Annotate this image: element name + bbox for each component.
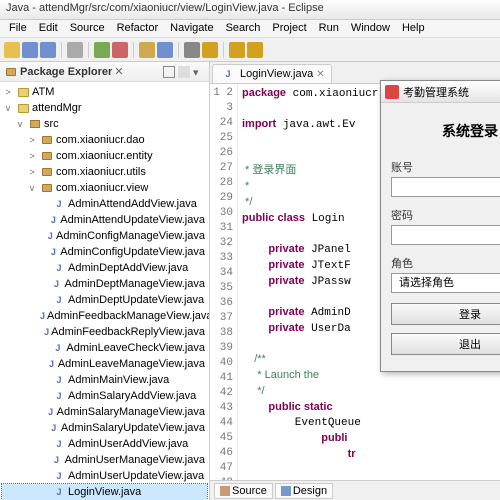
forward-icon[interactable] [247,42,263,58]
editor-tab[interactable]: J LoginView.java ✕ [212,64,332,83]
package-com-xiaoniucr-dao[interactable]: >com.xiaoniucr.dao [2,132,207,148]
view-menu-icon[interactable]: ▾ [193,66,205,78]
editor-tab-label: LoginView.java [240,68,313,80]
file-LoginView[interactable]: JLoginView.java [2,484,207,500]
file-AdminAttendAddView[interactable]: JAdminAttendAddView.java [2,196,207,212]
project-atm[interactable]: >ATM [2,84,207,100]
package-com-xiaoniucr-entity[interactable]: >com.xiaoniucr.entity [2,148,207,164]
back-icon[interactable] [229,42,245,58]
run-icon[interactable] [94,42,110,58]
file-AdminAttendUpdateView[interactable]: JAdminAttendUpdateView.java [2,212,207,228]
file-AdminSalaryUpdateView[interactable]: JAdminSalaryUpdateView.java [2,420,207,436]
file-AdminUserAddView[interactable]: JAdminUserAddView.java [2,436,207,452]
design-tab[interactable]: Design [275,483,333,499]
new-class-icon[interactable] [157,42,173,58]
save-all-icon[interactable] [40,42,56,58]
login-dialog: 考勤管理系统 系统登录 账号 密码 角色 请选择角色 登录 退出 [380,80,500,372]
package-explorer: Package Explorer ✕ ▾ >ATMvattendMgrvsrc>… [0,62,210,500]
menubar: File Edit Source Refactor Navigate Searc… [0,20,500,38]
close-icon[interactable]: ✕ [316,69,324,80]
account-input[interactable] [391,177,500,197]
new-package-icon[interactable] [139,42,155,58]
debug-icon[interactable] [67,42,83,58]
menu-navigate[interactable]: Navigate [165,21,218,36]
file-AdminMainView[interactable]: JAdminMainView.java [2,372,207,388]
password-label: 密码 [391,207,500,223]
account-label: 账号 [391,159,500,175]
menu-run[interactable]: Run [314,21,344,36]
source-tab[interactable]: Source [214,483,273,499]
file-AdminSalaryAddView[interactable]: JAdminSalaryAddView.java [2,388,207,404]
java-icon: J [221,67,235,81]
menu-project[interactable]: Project [267,21,311,36]
design-icon [281,486,291,496]
menu-window[interactable]: Window [346,21,395,36]
search-icon[interactable] [202,42,218,58]
file-AdminConfigManageView[interactable]: JAdminConfigManageView.java [2,228,207,244]
menu-source[interactable]: Source [65,21,110,36]
file-AdminLeaveCheckView[interactable]: JAdminLeaveCheckView.java [2,340,207,356]
save-icon[interactable] [22,42,38,58]
package-com-xiaoniucr-view[interactable]: vcom.xiaoniucr.view [2,180,207,196]
package-com-xiaoniucr-utils[interactable]: >com.xiaoniucr.utils [2,164,207,180]
menu-edit[interactable]: Edit [34,21,63,36]
app-icon [385,85,399,99]
file-AdminConfigUpdateView[interactable]: JAdminConfigUpdateView.java [2,244,207,260]
menu-refactor[interactable]: Refactor [112,21,164,36]
collapse-all-icon[interactable] [163,66,175,78]
tab-close-icon[interactable]: ✕ [114,65,123,78]
file-AdminDeptUpdateView[interactable]: JAdminDeptUpdateView.java [2,292,207,308]
dialog-title: 考勤管理系统 [403,84,469,100]
new-icon[interactable] [4,42,20,58]
role-label: 角色 [391,255,500,271]
menu-file[interactable]: File [4,21,32,36]
menu-help[interactable]: Help [397,21,430,36]
file-AdminFeedbackReplyView[interactable]: JAdminFeedbackReplyView.java [2,324,207,340]
role-select[interactable]: 请选择角色 [391,273,500,293]
password-input[interactable] [391,225,500,245]
login-button[interactable]: 登录 [391,303,500,325]
explorer-title: Package Explorer [20,66,112,78]
tree[interactable]: >ATMvattendMgrvsrc>com.xiaoniucr.dao>com… [0,82,209,500]
source-icon [220,486,230,496]
file-AdminUserManageView[interactable]: JAdminUserManageView.java [2,452,207,468]
file-AdminDeptManageView[interactable]: JAdminDeptManageView.java [2,276,207,292]
toolbar [0,38,500,62]
file-AdminUserUpdateView[interactable]: JAdminUserUpdateView.java [2,468,207,484]
dialog-heading: 系统登录 [391,121,500,141]
menu-search[interactable]: Search [221,21,266,36]
exit-button[interactable]: 退出 [391,333,500,355]
file-AdminSalaryManageView[interactable]: JAdminSalaryManageView.java [2,404,207,420]
src-folder[interactable]: vsrc [2,116,207,132]
window-title: Java - attendMgr/src/com/xiaoniucr/view/… [0,0,500,20]
file-AdminLeaveManageView[interactable]: JAdminLeaveManageView.java [2,356,207,372]
file-AdminDeptAddView[interactable]: JAdminDeptAddView.java [2,260,207,276]
package-icon [6,68,16,76]
project-attendmgr[interactable]: vattendMgr [2,100,207,116]
stop-icon[interactable] [112,42,128,58]
open-type-icon[interactable] [184,42,200,58]
link-editor-icon[interactable] [178,66,190,78]
file-AdminFeedbackManageView[interactable]: JAdminFeedbackManageView.java [2,308,207,324]
line-gutter: 1 2 3 24 25 26 27 28 29 30 31 32 33 34 3… [210,84,238,480]
